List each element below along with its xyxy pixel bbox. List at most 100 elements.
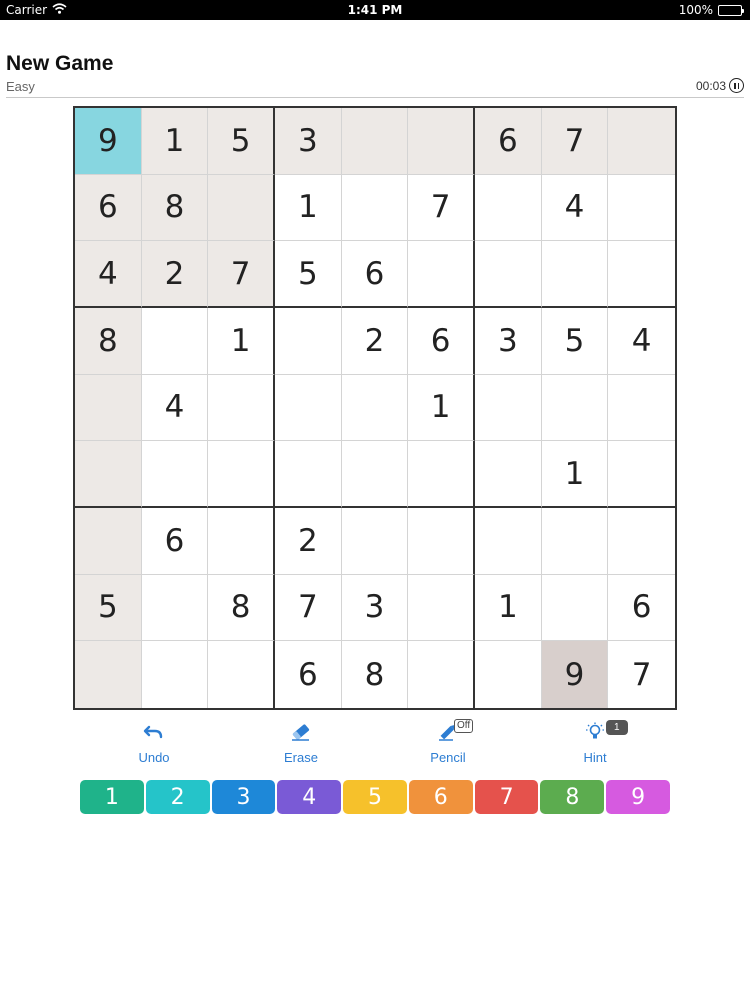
sudoku-cell-r9c7[interactable] [474,641,542,708]
sudoku-cell-r9c3[interactable] [208,641,275,708]
sudoku-cell-r4c2[interactable] [141,307,209,375]
sudoku-cell-r8c3[interactable]: 8 [208,574,275,642]
sudoku-cell-r3c2[interactable]: 2 [141,241,209,308]
pencil-button[interactable]: Off Pencil [408,718,488,768]
sudoku-cell-r4c8[interactable]: 5 [541,307,609,375]
sudoku-cell-r6c2[interactable] [141,441,209,508]
sudoku-cell-r5c2[interactable]: 4 [141,374,209,442]
sudoku-cell-r9c1[interactable] [75,641,142,708]
sudoku-cell-r2c1[interactable]: 6 [75,174,142,242]
number-button-7[interactable]: 7 [474,780,539,814]
sudoku-cell-r4c1[interactable]: 8 [75,307,142,375]
sudoku-cell-r5c6[interactable]: 1 [408,374,475,442]
sudoku-cell-r8c4[interactable]: 7 [274,574,342,642]
sudoku-cell-r1c1[interactable]: 9 [75,108,142,175]
sudoku-cell-r3c7[interactable] [474,241,542,308]
erase-button[interactable]: Erase [261,718,341,768]
sudoku-cell-r8c6[interactable] [408,574,475,642]
sudoku-cell-r9c9[interactable]: 7 [608,641,675,708]
sudoku-cell-r3c3[interactable]: 7 [208,241,275,308]
sudoku-cell-r1c4[interactable]: 3 [274,108,342,175]
sudoku-cell-r1c6[interactable] [408,108,475,175]
sudoku-cell-r5c5[interactable] [341,374,409,442]
sudoku-cell-r3c1[interactable]: 4 [75,241,142,308]
sudoku-cell-r2c4[interactable]: 1 [274,174,342,242]
undo-button[interactable]: Undo [114,718,194,768]
sudoku-cell-r6c9[interactable] [608,441,675,508]
hint-button[interactable]: 1 Hint [555,718,635,768]
sudoku-cell-r8c8[interactable] [541,574,609,642]
sudoku-cell-r7c2[interactable]: 6 [141,507,209,575]
sudoku-cell-r9c2[interactable] [141,641,209,708]
sudoku-cell-r7c5[interactable] [341,507,409,575]
sudoku-cell-r3c5[interactable]: 6 [341,241,409,308]
sudoku-cell-r3c8[interactable] [541,241,609,308]
eraser-icon [261,722,341,744]
sudoku-cell-r5c1[interactable] [75,374,142,442]
sudoku-cell-r9c8[interactable]: 9 [541,641,609,708]
sudoku-cell-r5c7[interactable] [474,374,542,442]
sudoku-cell-r1c8[interactable]: 7 [541,108,609,175]
sudoku-cell-r6c6[interactable] [408,441,475,508]
sudoku-cell-r5c3[interactable] [208,374,275,442]
number-button-1[interactable]: 1 [80,780,144,814]
sudoku-cell-r2c3[interactable] [208,174,275,242]
number-button-9[interactable]: 9 [606,780,671,814]
battery-info: 100% [679,3,744,17]
sudoku-cell-r1c5[interactable] [341,108,409,175]
undo-arrow-icon [114,722,194,744]
sudoku-cell-r6c1[interactable] [75,441,142,508]
sudoku-cell-r9c5[interactable]: 8 [341,641,409,708]
sudoku-cell-r5c9[interactable] [608,374,675,442]
sudoku-cell-r9c4[interactable]: 6 [274,641,342,708]
sudoku-cell-r2c2[interactable]: 8 [141,174,209,242]
sudoku-cell-r1c3[interactable]: 5 [208,108,275,175]
sudoku-cell-r6c8[interactable]: 1 [541,441,609,508]
sudoku-cell-r8c9[interactable]: 6 [608,574,675,642]
tool-bar: Undo Erase Off Pencil 1 Hint [80,718,670,768]
number-button-3[interactable]: 3 [211,780,276,814]
sudoku-cell-r4c5[interactable]: 2 [341,307,409,375]
sudoku-cell-r2c8[interactable]: 4 [541,174,609,242]
sudoku-cell-r4c4[interactable] [274,307,342,375]
sudoku-cell-r7c3[interactable] [208,507,275,575]
number-button-6[interactable]: 6 [408,780,473,814]
sudoku-cell-r5c4[interactable] [274,374,342,442]
sudoku-cell-r6c4[interactable] [274,441,342,508]
sudoku-cell-r2c6[interactable]: 7 [408,174,475,242]
sudoku-cell-r8c1[interactable]: 5 [75,574,142,642]
sudoku-cell-r5c8[interactable] [541,374,609,442]
sudoku-cell-r4c7[interactable]: 3 [474,307,542,375]
sudoku-cell-r6c7[interactable] [474,441,542,508]
sudoku-cell-r7c9[interactable] [608,507,675,575]
sudoku-cell-r1c9[interactable] [608,108,675,175]
sudoku-cell-r3c9[interactable] [608,241,675,308]
sudoku-cell-r7c4[interactable]: 2 [274,507,342,575]
sudoku-board: 91536768174427568126354411625873166897 [73,106,677,710]
sudoku-cell-r8c2[interactable] [141,574,209,642]
sudoku-cell-r7c8[interactable] [541,507,609,575]
sudoku-cell-r8c7[interactable]: 1 [474,574,542,642]
sudoku-cell-r2c7[interactable] [474,174,542,242]
sudoku-cell-r8c5[interactable]: 3 [341,574,409,642]
sudoku-cell-r7c6[interactable] [408,507,475,575]
number-button-8[interactable]: 8 [540,780,605,814]
sudoku-cell-r1c2[interactable]: 1 [141,108,209,175]
sudoku-cell-r2c9[interactable] [608,174,675,242]
sudoku-cell-r7c7[interactable] [474,507,542,575]
pause-icon[interactable] [729,78,744,93]
sudoku-cell-r2c5[interactable] [341,174,409,242]
sudoku-cell-r6c3[interactable] [208,441,275,508]
sudoku-cell-r4c3[interactable]: 1 [208,307,275,375]
sudoku-cell-r6c5[interactable] [341,441,409,508]
sudoku-cell-r1c7[interactable]: 6 [474,108,542,175]
number-button-4[interactable]: 4 [277,780,342,814]
sudoku-cell-r4c9[interactable]: 4 [608,307,675,375]
sudoku-cell-r7c1[interactable] [75,507,142,575]
sudoku-cell-r3c4[interactable]: 5 [274,241,342,308]
number-button-2[interactable]: 2 [145,780,210,814]
number-button-5[interactable]: 5 [343,780,407,814]
sudoku-cell-r9c6[interactable] [408,641,475,708]
sudoku-cell-r4c6[interactable]: 6 [408,307,475,375]
sudoku-cell-r3c6[interactable] [408,241,475,308]
